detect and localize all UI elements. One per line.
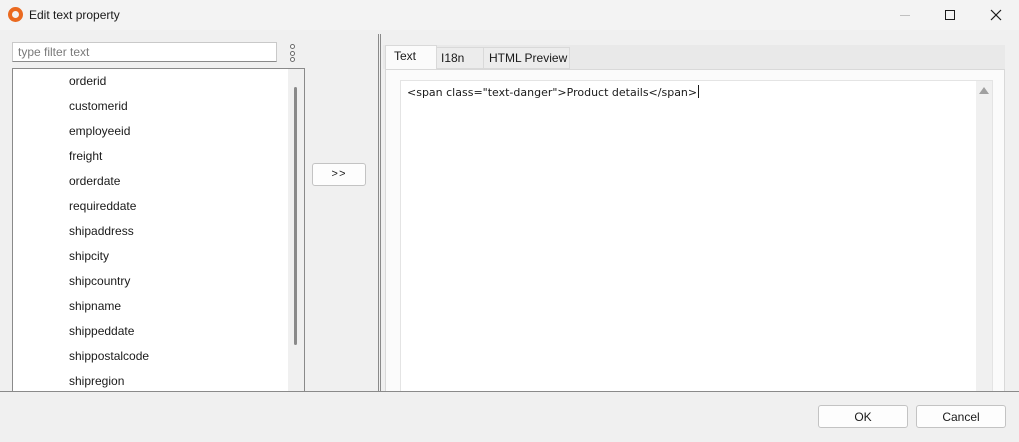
field-list-item[interactable]: shipname xyxy=(13,294,304,319)
field-list-item[interactable]: orderdate xyxy=(13,169,304,194)
field-list-item[interactable]: shippostalcode xyxy=(13,344,304,369)
field-list-item[interactable]: shipcity xyxy=(13,244,304,269)
minimize-button[interactable] xyxy=(882,0,928,30)
ok-button[interactable]: OK xyxy=(818,405,908,428)
field-list-scroll-thumb[interactable] xyxy=(294,87,297,345)
editor-content[interactable]: <span class="text-danger">Product detail… xyxy=(407,85,700,99)
field-list-item[interactable]: shipcountry xyxy=(13,269,304,294)
dialog-content: orderidcustomeridemployeeidfreightorderd… xyxy=(0,30,1019,393)
tab-i18n[interactable]: I18n xyxy=(437,47,484,69)
tab-html-preview[interactable]: HTML Preview xyxy=(484,47,570,69)
field-list-item[interactable]: shipaddress xyxy=(13,219,304,244)
minimize-icon xyxy=(900,14,910,16)
maximize-button[interactable] xyxy=(927,0,973,30)
add-field-button[interactable]: >> xyxy=(312,163,366,186)
cancel-button[interactable]: Cancel xyxy=(916,405,1006,428)
window-title: Edit text property xyxy=(29,8,120,22)
field-list: orderid customerid employeeid freight orderd… xyxy=(12,68,305,392)
title-bar: Edit text property xyxy=(0,0,1019,30)
close-icon xyxy=(990,9,1002,21)
maximize-icon xyxy=(945,10,955,20)
field-list-item[interactable]: orderid xyxy=(13,69,304,94)
tab-panel-text: <span class="text-danger">Product detail… xyxy=(385,69,1005,393)
field-list-item[interactable]: shipregion xyxy=(13,369,304,392)
text-caret xyxy=(698,85,700,98)
pane-splitter[interactable] xyxy=(378,34,381,392)
kebab-menu-icon[interactable] xyxy=(288,44,296,62)
field-list-item[interactable]: freight xyxy=(13,144,304,169)
dialog-footer: OK Cancel xyxy=(0,391,1019,442)
filter-input[interactable] xyxy=(12,42,277,62)
editor-scrollbar[interactable] xyxy=(976,81,992,393)
tab-bar: Text I18n HTML Preview xyxy=(383,45,1005,70)
field-list-item[interactable]: requireddate xyxy=(13,194,304,219)
close-button[interactable] xyxy=(973,0,1019,30)
field-list-scrollbar[interactable] xyxy=(288,69,304,392)
field-list-item[interactable]: shippeddate xyxy=(13,319,304,344)
field-list-item[interactable]: employeeid xyxy=(13,119,304,144)
text-editor[interactable]: <span class="text-danger">Product detail… xyxy=(400,80,993,393)
scroll-up-arrow-icon[interactable] xyxy=(979,87,989,94)
field-list-item[interactable]: customerid xyxy=(13,94,304,119)
tab-text[interactable]: Text xyxy=(385,45,437,70)
editor-pane: Text I18n HTML Preview <span class="text… xyxy=(383,45,1005,393)
app-logo-icon xyxy=(8,7,23,22)
